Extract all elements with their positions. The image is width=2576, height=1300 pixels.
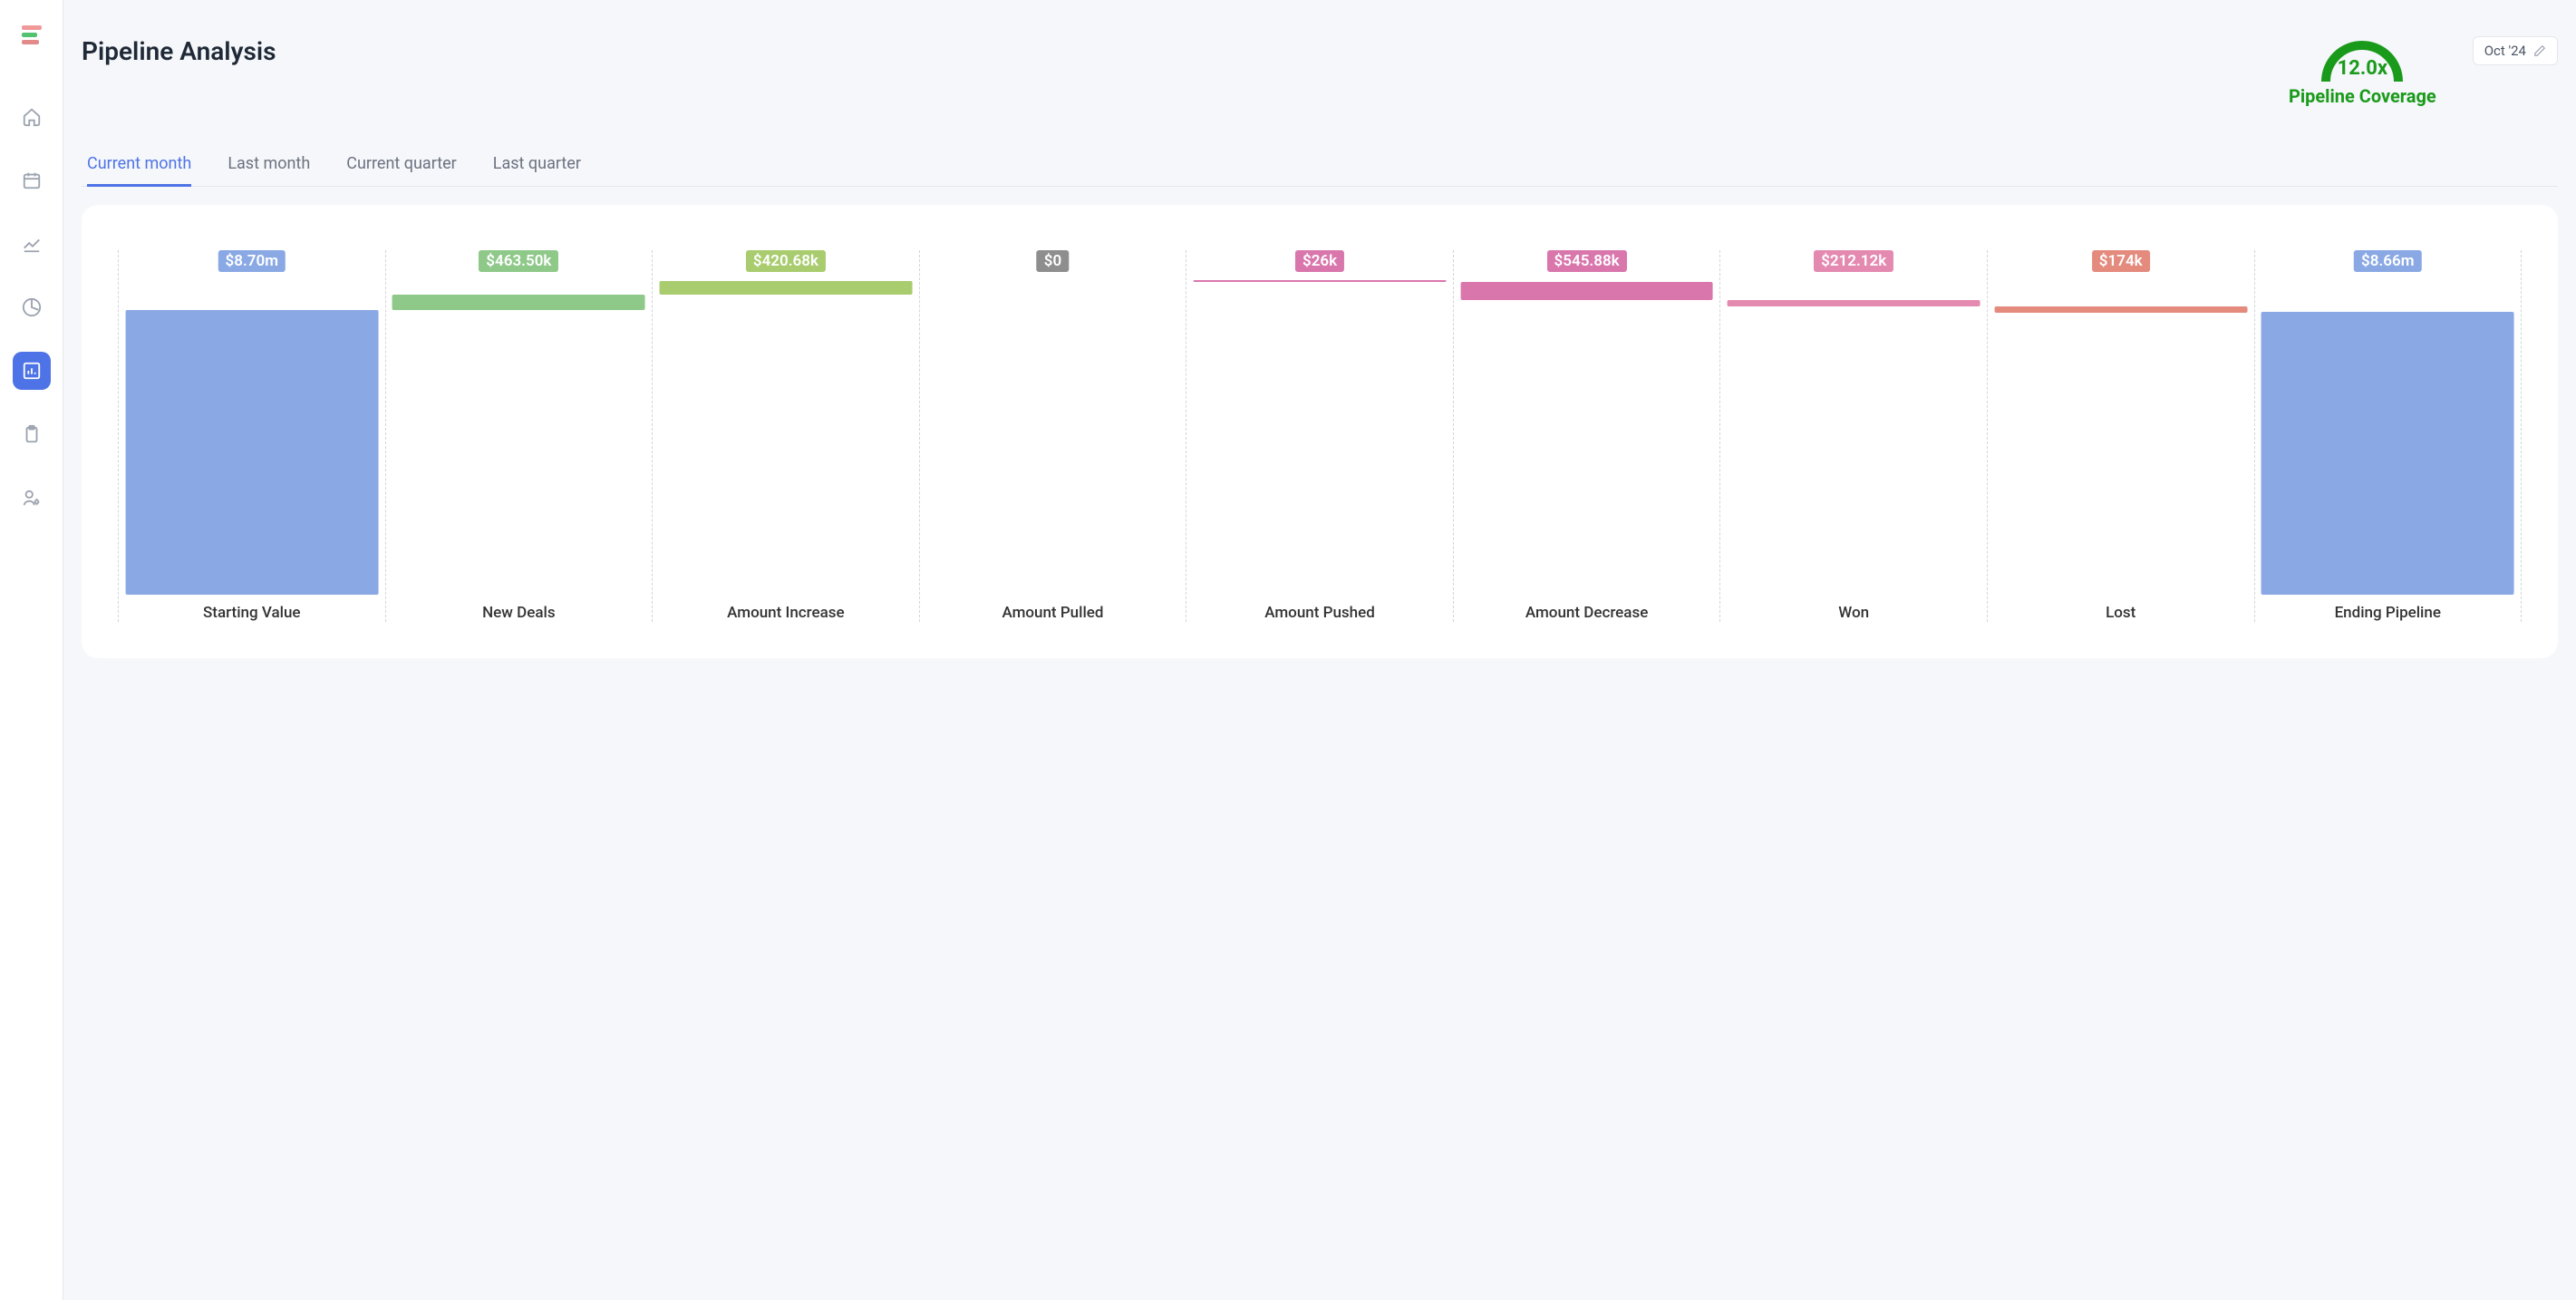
chart-column: $8.66m Ending Pipeline: [2254, 250, 2523, 622]
bar-value-label: $26k: [1295, 250, 1344, 272]
user-gear-icon: [22, 488, 42, 508]
waterfall-chart: $8.70m Starting Value $463.50k New Deals $42…: [118, 250, 2522, 622]
nav-clipboard[interactable]: [13, 415, 51, 453]
bar-value-label: $8.70m: [218, 250, 286, 272]
chart-column: $0 Amount Pulled: [919, 250, 1186, 622]
coverage-gauge: 12.0x: [2317, 36, 2407, 82]
bar-value-label: $0: [1037, 250, 1069, 272]
chart-column: $545.88k Amount Decrease: [1453, 250, 1720, 622]
waterfall-bar: [1728, 300, 1980, 307]
axis-category-label: Amount Increase: [727, 604, 845, 622]
page-title: Pipeline Analysis: [82, 36, 276, 66]
bar-value-label: $174k: [2092, 250, 2150, 272]
bar-value-label: $463.50k: [479, 250, 558, 272]
nav-reports[interactable]: [13, 352, 51, 390]
nav-home[interactable]: [13, 98, 51, 136]
nav-calendar[interactable]: [13, 161, 51, 199]
tab-last-month[interactable]: Last month: [228, 143, 310, 187]
nav-pie[interactable]: [13, 288, 51, 326]
clipboard-icon: [22, 424, 42, 444]
bar-value-label: $420.68k: [746, 250, 826, 272]
chart-column: $8.70m Starting Value: [118, 250, 385, 622]
axis-category-label: Won: [1838, 604, 1869, 622]
waterfall-bar: [392, 295, 645, 310]
waterfall-bar: [659, 281, 912, 295]
chart-column: $463.50k New Deals: [385, 250, 653, 622]
chart-column: $26k Amount Pushed: [1186, 250, 1453, 622]
chart-column: $420.68k Amount Increase: [652, 250, 919, 622]
axis-category-label: Amount Decrease: [1525, 604, 1648, 622]
bar-value-label: $545.88k: [1547, 250, 1627, 272]
app-logo: [22, 25, 42, 45]
date-filter[interactable]: Oct '24: [2473, 36, 2558, 65]
header-right: 12.0x Pipeline Coverage Oct '24: [2289, 36, 2558, 107]
axis-category-label: New Deals: [482, 604, 555, 622]
bar-value-label: $8.66m: [2354, 250, 2421, 272]
chart-column: $212.12k Won: [1719, 250, 1987, 622]
coverage-label: Pipeline Coverage: [2289, 85, 2436, 107]
date-filter-value: Oct '24: [2484, 43, 2526, 59]
pencil-icon: [2533, 44, 2546, 57]
waterfall-bar: [125, 310, 378, 595]
tab-last-quarter[interactable]: Last quarter: [493, 143, 581, 187]
waterfall-bar: [1460, 282, 1713, 300]
coverage-widget: 12.0x Pipeline Coverage: [2289, 36, 2436, 107]
tab-current-quarter[interactable]: Current quarter: [346, 143, 457, 187]
tab-current-month[interactable]: Current month: [87, 143, 191, 187]
nav-user-settings[interactable]: [13, 479, 51, 517]
waterfall-bar: [1994, 306, 2247, 312]
home-icon: [22, 107, 42, 127]
time-range-tabs: Current month Last month Current quarter…: [82, 143, 2558, 187]
axis-category-label: Amount Pulled: [1002, 604, 1103, 622]
nav-trend[interactable]: [13, 225, 51, 263]
axis-category-label: Ending Pipeline: [2335, 604, 2441, 622]
axis-category-label: Amount Pushed: [1264, 604, 1375, 622]
axis-category-label: Starting Value: [203, 604, 301, 622]
coverage-value: 12.0x: [2317, 57, 2407, 80]
waterfall-chart-card: $8.70m Starting Value $463.50k New Deals $42…: [82, 205, 2558, 658]
pie-icon: [22, 297, 42, 317]
chart-column: $174k Lost: [1987, 250, 2254, 622]
page-header: Pipeline Analysis 12.0x Pipeline Coverag…: [82, 36, 2558, 107]
calendar-icon: [22, 170, 42, 190]
axis-category-label: Lost: [2106, 604, 2135, 622]
waterfall-bar: [2261, 312, 2514, 595]
main-content: Pipeline Analysis 12.0x Pipeline Coverag…: [63, 0, 2576, 1300]
waterfall-bar: [1194, 280, 1447, 282]
sidebar: [0, 0, 63, 1300]
bar-report-icon: [22, 361, 42, 381]
bar-value-label: $212.12k: [1814, 250, 1893, 272]
trend-icon: [22, 234, 42, 254]
